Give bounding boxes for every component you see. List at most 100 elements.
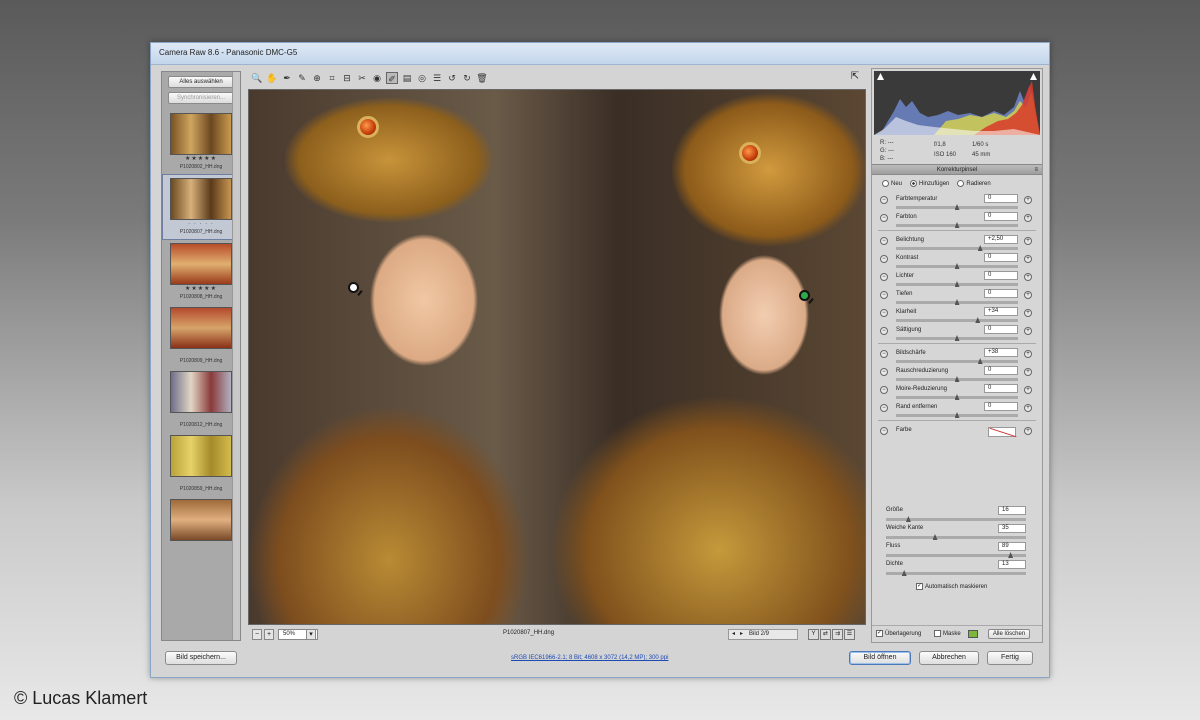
slider-value-field[interactable]: 0: [984, 271, 1018, 280]
decrease-icon[interactable]: −: [880, 291, 888, 299]
trash-icon[interactable]: 🗑: [476, 72, 488, 84]
increase-icon[interactable]: +: [1024, 291, 1032, 299]
color-swatch[interactable]: [988, 427, 1016, 437]
clear-all-button[interactable]: Alle löschen: [988, 629, 1030, 639]
save-image-button[interactable]: Bild speichern...: [165, 651, 237, 665]
radio-icon[interactable]: [957, 180, 965, 187]
increase-icon[interactable]: +: [1024, 327, 1032, 335]
red-eye-tool-icon[interactable]: ◉: [371, 72, 383, 84]
checkbox-icon[interactable]: ✓: [916, 583, 923, 590]
mode-radieren[interactable]: Radieren: [957, 180, 991, 187]
overlay-checkbox[interactable]: ✓ Überlagerung: [876, 630, 921, 637]
rotate-cw-icon[interactable]: ↻: [461, 72, 473, 84]
increase-icon[interactable]: +: [1024, 255, 1032, 263]
chevron-down-icon[interactable]: ▾: [306, 629, 316, 640]
done-button[interactable]: Fertig: [987, 651, 1033, 665]
filmstrip-thumbnail[interactable]: ★★★★★ P1020808_HH.dng: [162, 240, 240, 304]
white-balance-tool-icon[interactable]: ✒: [281, 72, 293, 84]
radial-filter-tool-icon[interactable]: ◎: [416, 72, 428, 84]
adjustment-pin[interactable]: [348, 282, 359, 293]
mask-color-swatch[interactable]: [968, 630, 978, 638]
decrease-icon[interactable]: −: [880, 404, 888, 412]
swap-view-icon[interactable]: ⇄: [820, 629, 831, 640]
slider-track[interactable]: [896, 360, 1018, 363]
hand-tool-icon[interactable]: ✋: [266, 72, 278, 84]
decrease-icon[interactable]: −: [880, 368, 888, 376]
slider-value-field[interactable]: 0: [984, 402, 1018, 411]
toggle-view-icon[interactable]: ☰: [844, 629, 855, 640]
slider-track[interactable]: [886, 572, 1026, 575]
filmstrip-thumbnail[interactable]: P1020812_HH.dng: [162, 368, 240, 432]
decrease-icon[interactable]: −: [880, 386, 888, 394]
slider-value-field[interactable]: 0: [984, 366, 1018, 375]
fullscreen-toggle-icon[interactable]: ⇱: [848, 70, 862, 84]
slider-value-field[interactable]: 0: [984, 194, 1018, 203]
before-after-view-icon[interactable]: Y: [808, 629, 819, 640]
slider-value-field[interactable]: 0: [984, 289, 1018, 298]
rating-stars[interactable]: [162, 349, 240, 357]
increase-icon[interactable]: +: [1024, 273, 1032, 281]
adjustment-brush-tool-icon[interactable]: ✐: [386, 72, 398, 84]
preferences-icon[interactable]: ☰: [431, 72, 443, 84]
next-image-icon[interactable]: ▸: [740, 630, 743, 639]
increase-icon[interactable]: +: [1024, 386, 1032, 394]
slider-value-field[interactable]: 0: [984, 384, 1018, 393]
slider-track[interactable]: [886, 554, 1026, 557]
slider-value-field[interactable]: 13: [998, 560, 1026, 569]
zoom-out-button[interactable]: −: [252, 629, 262, 640]
graduated-filter-tool-icon[interactable]: ▤: [401, 72, 413, 84]
rating-stars[interactable]: [162, 541, 240, 549]
decrease-icon[interactable]: −: [880, 309, 888, 317]
decrease-icon[interactable]: −: [880, 427, 888, 435]
slider-value-field[interactable]: +38: [984, 348, 1018, 357]
adjustment-pin-active[interactable]: [799, 290, 810, 301]
rating-stars[interactable]: · · · · ·: [163, 220, 239, 228]
open-image-button[interactable]: Bild öffnen: [849, 651, 911, 665]
straighten-tool-icon[interactable]: ⊟: [341, 72, 353, 84]
decrease-icon[interactable]: −: [880, 214, 888, 222]
zoom-in-button[interactable]: +: [264, 629, 274, 640]
filmstrip-scrollbar[interactable]: [232, 72, 240, 640]
mode-neu[interactable]: Neu: [882, 180, 902, 187]
checkbox-icon[interactable]: [934, 630, 941, 637]
slider-track[interactable]: [896, 247, 1018, 250]
increase-icon[interactable]: +: [1024, 350, 1032, 358]
zoom-tool-icon[interactable]: 🔍: [251, 72, 263, 84]
slider-track[interactable]: [896, 319, 1018, 322]
decrease-icon[interactable]: −: [880, 237, 888, 245]
increase-icon[interactable]: +: [1024, 237, 1032, 245]
select-all-button[interactable]: Alles auswählen: [168, 76, 234, 88]
targeted-adjustment-tool-icon[interactable]: ⊕: [311, 72, 323, 84]
mode-hinzufügen[interactable]: Hinzufügen: [910, 180, 949, 187]
slider-value-field[interactable]: 35: [998, 524, 1026, 533]
spot-removal-tool-icon[interactable]: ✂: [356, 72, 368, 84]
filmstrip-thumbnail[interactable]: P1020809_HH.dng: [162, 304, 240, 368]
filmstrip-thumbnail[interactable]: ★★★★★ P1020802_HH.dng: [162, 110, 240, 174]
increase-icon[interactable]: +: [1024, 368, 1032, 376]
checkbox-icon[interactable]: ✓: [876, 630, 883, 637]
slider-value-field[interactable]: 0: [984, 325, 1018, 334]
rotate-ccw-icon[interactable]: ↺: [446, 72, 458, 84]
rating-stars[interactable]: [162, 413, 240, 421]
increase-icon[interactable]: +: [1024, 404, 1032, 412]
increase-icon[interactable]: +: [1024, 427, 1032, 435]
crop-tool-icon[interactable]: ⌗: [326, 72, 338, 84]
cancel-button[interactable]: Abbrechen: [919, 651, 979, 665]
rating-stars[interactable]: ★★★★★: [162, 285, 240, 293]
increase-icon[interactable]: +: [1024, 196, 1032, 204]
slider-value-field[interactable]: 0: [984, 212, 1018, 221]
mask-checkbox[interactable]: Maske: [934, 630, 961, 637]
workflow-options-link[interactable]: sRGB IEC61966-2.1; 8 Bit; 4608 x 3072 (1…: [511, 655, 668, 661]
radio-icon[interactable]: [910, 180, 918, 187]
preview-image[interactable]: [248, 89, 866, 625]
slider-value-field[interactable]: +34: [984, 307, 1018, 316]
color-sampler-tool-icon[interactable]: ✎: [296, 72, 308, 84]
increase-icon[interactable]: +: [1024, 214, 1032, 222]
slider-value-field[interactable]: +2,50: [984, 235, 1018, 244]
decrease-icon[interactable]: −: [880, 273, 888, 281]
decrease-icon[interactable]: −: [880, 255, 888, 263]
rating-stars[interactable]: ★★★★★: [162, 155, 240, 163]
decrease-icon[interactable]: −: [880, 327, 888, 335]
radio-icon[interactable]: [882, 180, 889, 187]
filmstrip-thumbnail[interactable]: [162, 496, 240, 560]
